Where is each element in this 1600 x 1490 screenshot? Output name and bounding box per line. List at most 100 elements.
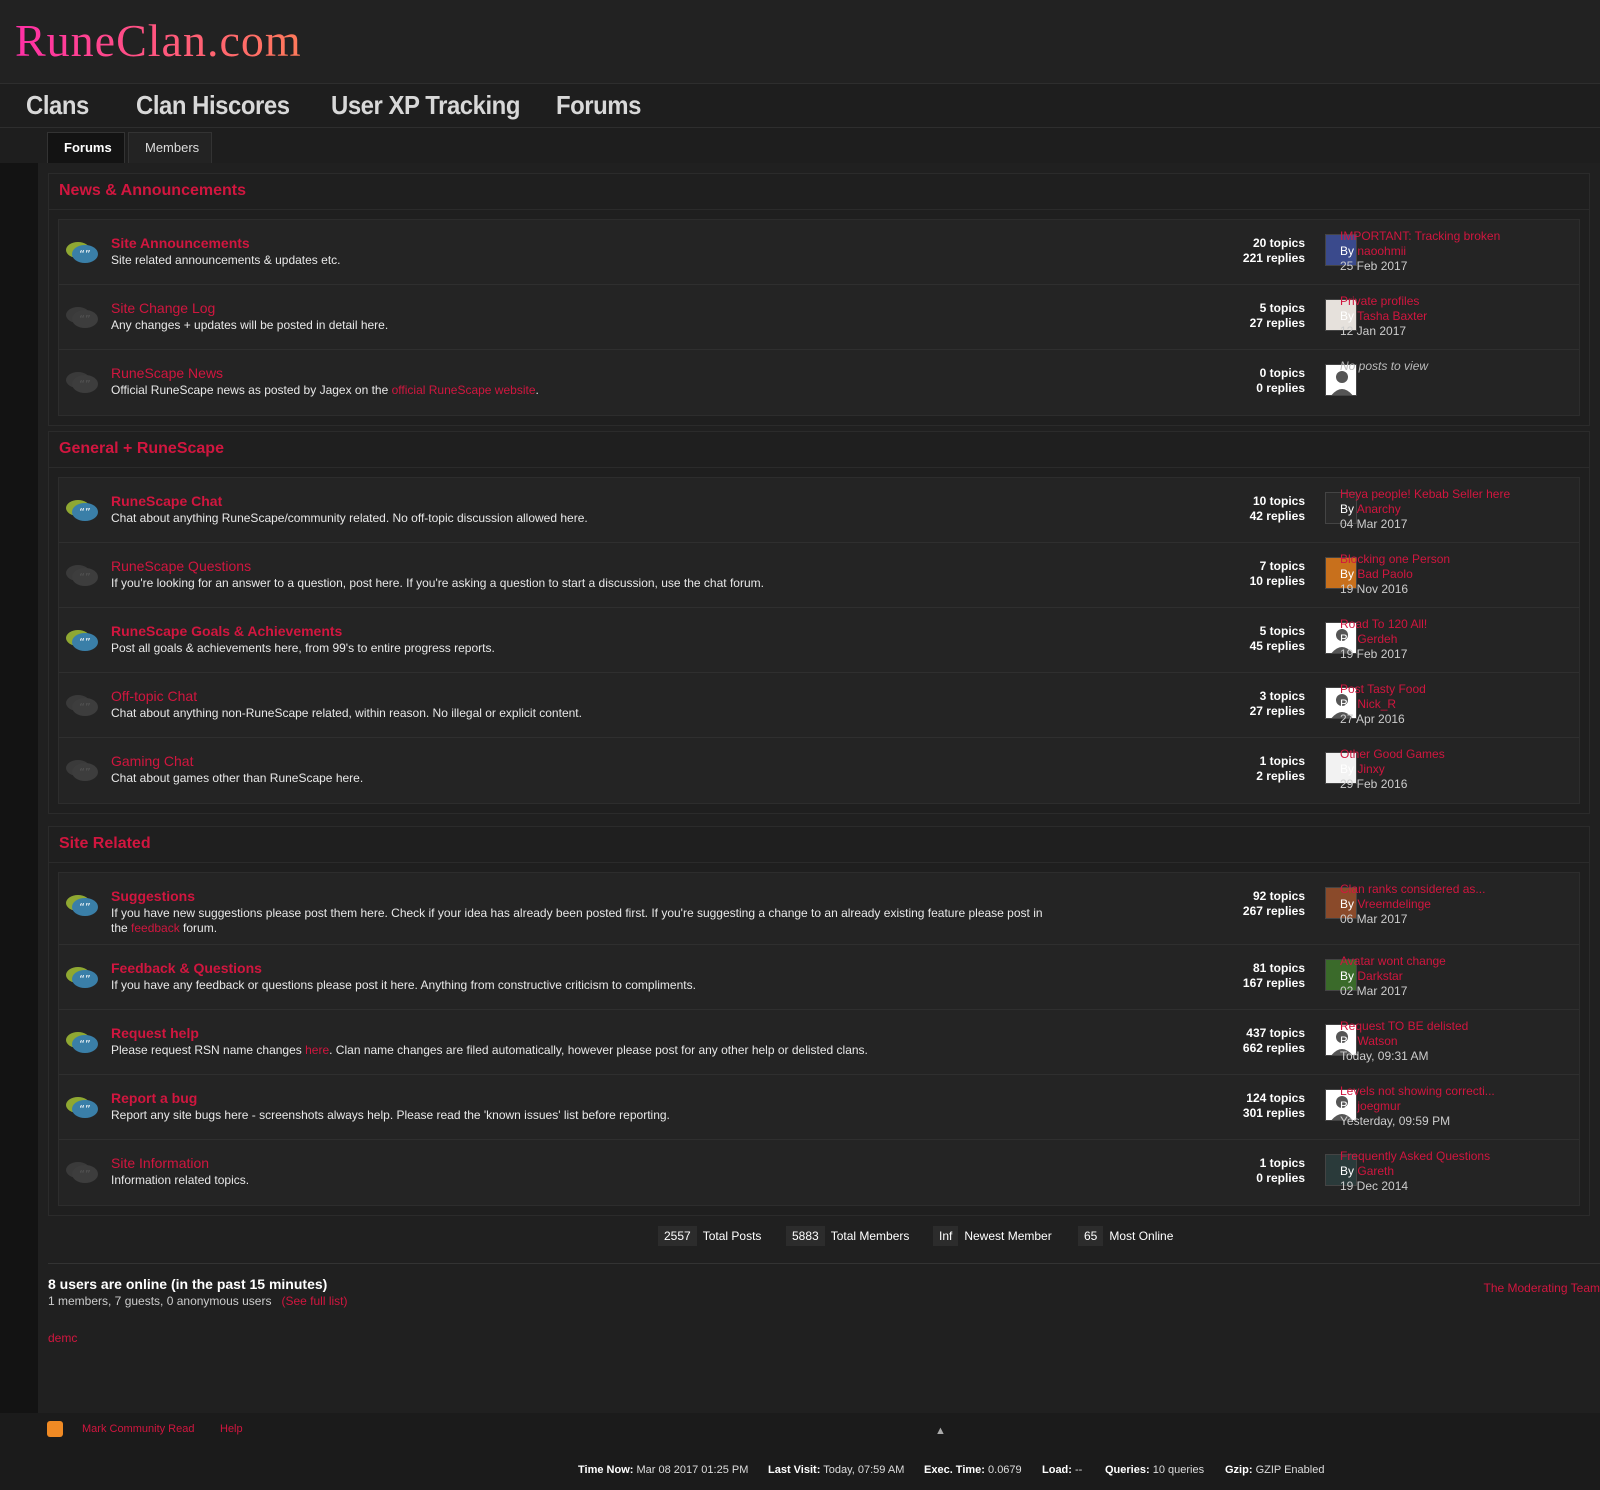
stat-total-members: 5883 Total Members [786,1226,909,1246]
last-post-author[interactable]: Jinxy [1357,762,1384,776]
desc-link[interactable]: here [305,1043,329,1057]
last-post-title[interactable]: IMPORTANT: Tracking broken [1340,229,1550,244]
forum-row: “” Site Announcements Site related announc… [59,220,1579,285]
forum-row: “” Report a bug Report any site bugs here … [59,1075,1579,1140]
footer-gzip: Gzip: GZIP Enabled [1225,1464,1325,1476]
last-post-author[interactable]: Vreemdelinge [1357,897,1431,911]
forum-title[interactable]: Off-topic Chat [111,688,197,704]
forum-row: “” Site Information Information related to… [59,1140,1579,1205]
forum-status-icon: “” [65,240,99,266]
forum-description: Information related topics. [111,1173,250,1187]
nav-forums[interactable]: Forums [556,90,641,121]
svg-text:“”: “” [79,973,90,986]
forum-title[interactable]: Feedback & Questions [111,960,262,976]
last-post-date: 27 Apr 2016 [1340,712,1405,726]
last-post-title[interactable]: Frequently Asked Questions [1340,1149,1550,1164]
footer-queries: Queries: 10 queries [1105,1464,1205,1476]
last-post-author[interactable]: joegmur [1357,1099,1400,1113]
last-post: Private profiles By Tasha Baxter 12 Jan 20… [1340,294,1550,339]
forum-title[interactable]: Site Change Log [111,300,215,316]
section-title[interactable]: General + RuneScape [49,432,1589,468]
footer-exec-time: Exec. Time: 0.0679 [924,1464,1022,1476]
section-title[interactable]: Site Related [49,827,1589,863]
last-post-author[interactable]: Gareth [1357,1164,1394,1178]
tab-members[interactable]: Members [128,132,212,164]
last-post-title[interactable]: Other Good Games [1340,747,1550,762]
forum-title[interactable]: Report a bug [111,1090,197,1106]
last-post-date: 06 Mar 2017 [1340,912,1408,926]
forum-status-icon: “” [65,1160,99,1186]
help-link[interactable]: Help [220,1423,243,1435]
forum-stats: 10 topics 42 replies [1249,494,1305,523]
last-post-title[interactable]: Request TO BE delisted [1340,1019,1550,1034]
last-post-author[interactable]: Gerdeh [1357,632,1397,646]
back-to-top-icon[interactable]: ▲ [935,1425,946,1437]
svg-text:“”: “” [79,701,90,714]
last-post-date: Yesterday, 09:59 PM [1340,1114,1451,1128]
last-post: Request TO BE delisted By Watson Today, 09… [1340,1019,1550,1064]
last-post-title[interactable]: Avatar wont change [1340,954,1550,969]
rss-icon[interactable] [47,1421,63,1437]
desc-link[interactable]: feedback [131,921,180,935]
forum-title[interactable]: Site Information [111,1155,209,1171]
svg-text:“”: “” [79,1038,90,1051]
last-post-author[interactable]: Nick_R [1357,697,1396,711]
forum-title[interactable]: Site Announcements [111,235,250,251]
last-post-author[interactable]: Watson [1357,1034,1397,1048]
last-post-author[interactable]: Bad Paolo [1357,567,1412,581]
last-post-title[interactable]: Levels not showing correcti... [1340,1084,1550,1099]
last-post-author[interactable]: naoohmii [1357,244,1406,258]
forum-status-icon: “” [65,370,99,396]
forum-stats: 1 topics 2 replies [1256,754,1305,783]
nav-user-xp-tracking[interactable]: User XP Tracking [331,90,520,121]
left-sidebar [0,163,38,1413]
forum-status-icon: “” [65,305,99,331]
forum-description: Please request RSN name changes here. Cl… [111,1043,868,1057]
last-post-date: 04 Mar 2017 [1340,517,1408,531]
section-title[interactable]: News & Announcements [49,174,1589,210]
last-post-author[interactable]: Tasha Baxter [1357,309,1427,323]
online-heading: 8 users are online (in the past 15 minut… [48,1276,328,1292]
last-post-title[interactable]: Private profiles [1340,294,1550,309]
site-logo[interactable]: RuneClan.com [15,18,302,64]
forum-title[interactable]: Suggestions [111,888,195,904]
forum-row: “” Gaming Chat Chat about games other than… [59,738,1579,803]
last-post: Levels not showing correcti... By joegmur… [1340,1084,1550,1129]
nav-clan-hiscores[interactable]: Clan Hiscores [136,90,290,121]
online-user-demc[interactable]: demc [48,1331,77,1345]
forum-description: Chat about anything non-RuneScape relate… [111,706,582,720]
stat-most-online: 65 Most Online [1078,1226,1173,1246]
svg-text:“”: “” [79,766,90,779]
forum-stats: 437 topics 662 replies [1242,1026,1305,1055]
svg-text:“”: “” [79,1103,90,1116]
last-post-title[interactable]: Heya people! Kebab Seller here [1340,487,1550,502]
see-full-list-link[interactable]: (See full list) [281,1294,347,1308]
moderating-team-link[interactable]: The Moderating Team [1483,1281,1600,1295]
last-post-title[interactable]: Clan ranks considered as... [1340,882,1550,897]
desc-link[interactable]: official RuneScape website [392,383,536,397]
last-post-author[interactable]: Darkstar [1357,969,1402,983]
forum-title[interactable]: Request help [111,1025,199,1041]
last-post-title[interactable]: Road To 120 All! [1340,617,1550,632]
forum-title[interactable]: RuneScape Goals & Achievements [111,623,342,639]
board-stats: 2557 Total Posts 5883 Total Members Inf New… [38,1226,1600,1246]
forum-stats: 81 topics 167 replies [1242,961,1305,990]
forum-title[interactable]: RuneScape Questions [111,558,251,574]
forum-title[interactable]: Gaming Chat [111,753,193,769]
forum-description: Chat about anything RuneScape/community … [111,511,588,525]
last-post-title[interactable]: Blocking one Person [1340,552,1550,567]
nav-clans[interactable]: Clans [26,90,89,121]
last-post-date: 29 Feb 2016 [1340,777,1408,791]
forum-stats: 7 topics 10 replies [1249,559,1305,588]
forum-description: Official RuneScape news as posted by Jag… [111,383,539,397]
stat-newest-member[interactable]: Inf Newest Member [933,1226,1052,1246]
forum-title[interactable]: RuneScape Chat [111,493,222,509]
forum-stats: 5 topics 45 replies [1249,624,1305,653]
last-post-date: 12 Jan 2017 [1340,324,1407,338]
forum-status-icon: “” [65,1030,99,1056]
forum-title[interactable]: RuneScape News [111,365,223,381]
mark-community-read-link[interactable]: Mark Community Read [82,1423,194,1435]
tab-forums[interactable]: Forums [47,132,125,164]
last-post-title[interactable]: Post Tasty Food [1340,682,1550,697]
last-post-author[interactable]: Anarchy [1357,502,1401,516]
